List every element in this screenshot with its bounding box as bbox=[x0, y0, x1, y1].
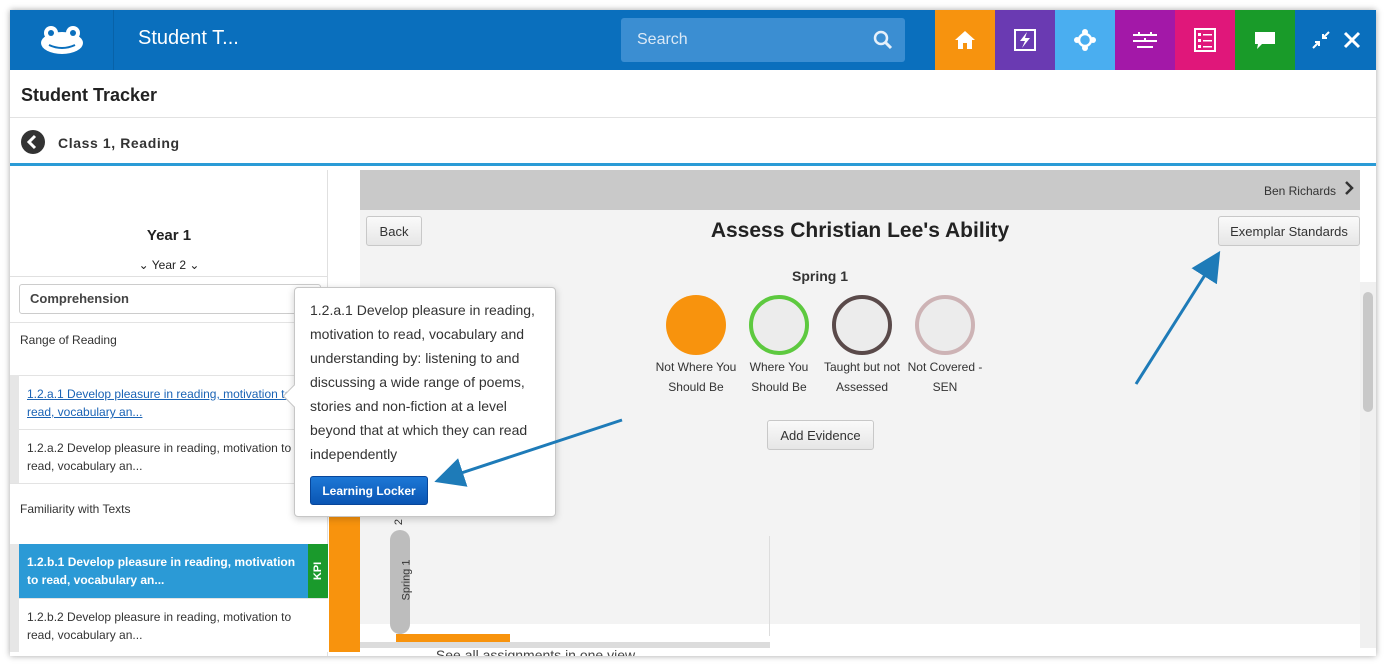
annotation-arrow bbox=[1134, 250, 1221, 385]
annotation-arrows bbox=[434, 250, 1221, 487]
annotation-arrow bbox=[434, 418, 623, 487]
app-window: Student T... Search Student Tracker Clas… bbox=[10, 10, 1376, 656]
